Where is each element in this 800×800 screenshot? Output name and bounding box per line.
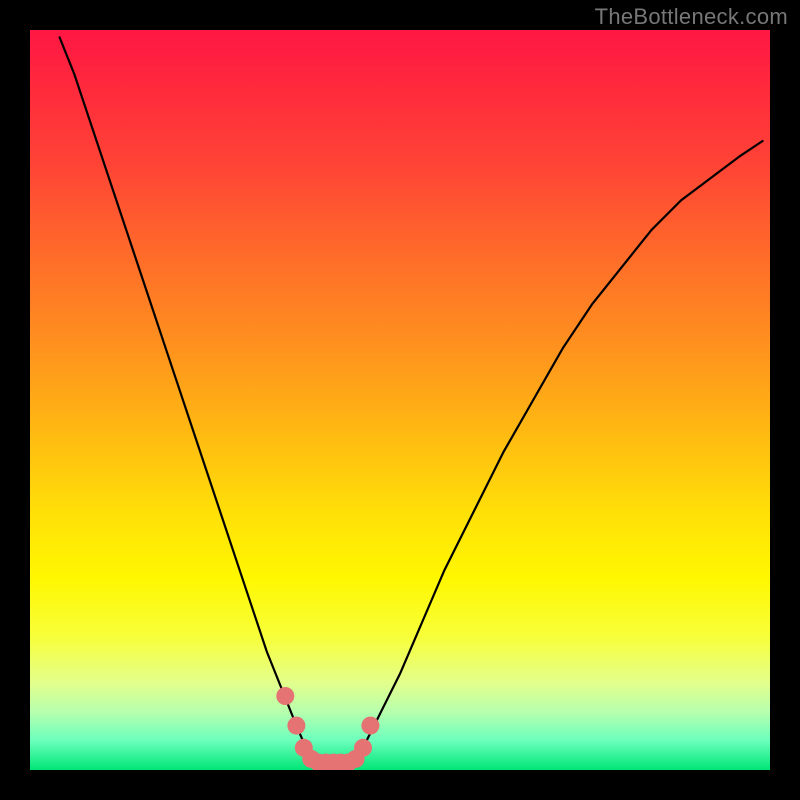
- highlight-dot: [354, 739, 372, 757]
- highlight-dot: [276, 687, 294, 705]
- watermark-text: TheBottleneck.com: [595, 4, 788, 30]
- highlight-dot: [361, 717, 379, 735]
- bottleneck-curve: [60, 37, 763, 762]
- highlight-dot: [287, 717, 305, 735]
- highlight-dots: [276, 687, 379, 770]
- curve-group: [60, 37, 763, 762]
- chart-svg: [30, 30, 770, 770]
- chart-frame: TheBottleneck.com: [0, 0, 800, 800]
- plot-area: [30, 30, 770, 770]
